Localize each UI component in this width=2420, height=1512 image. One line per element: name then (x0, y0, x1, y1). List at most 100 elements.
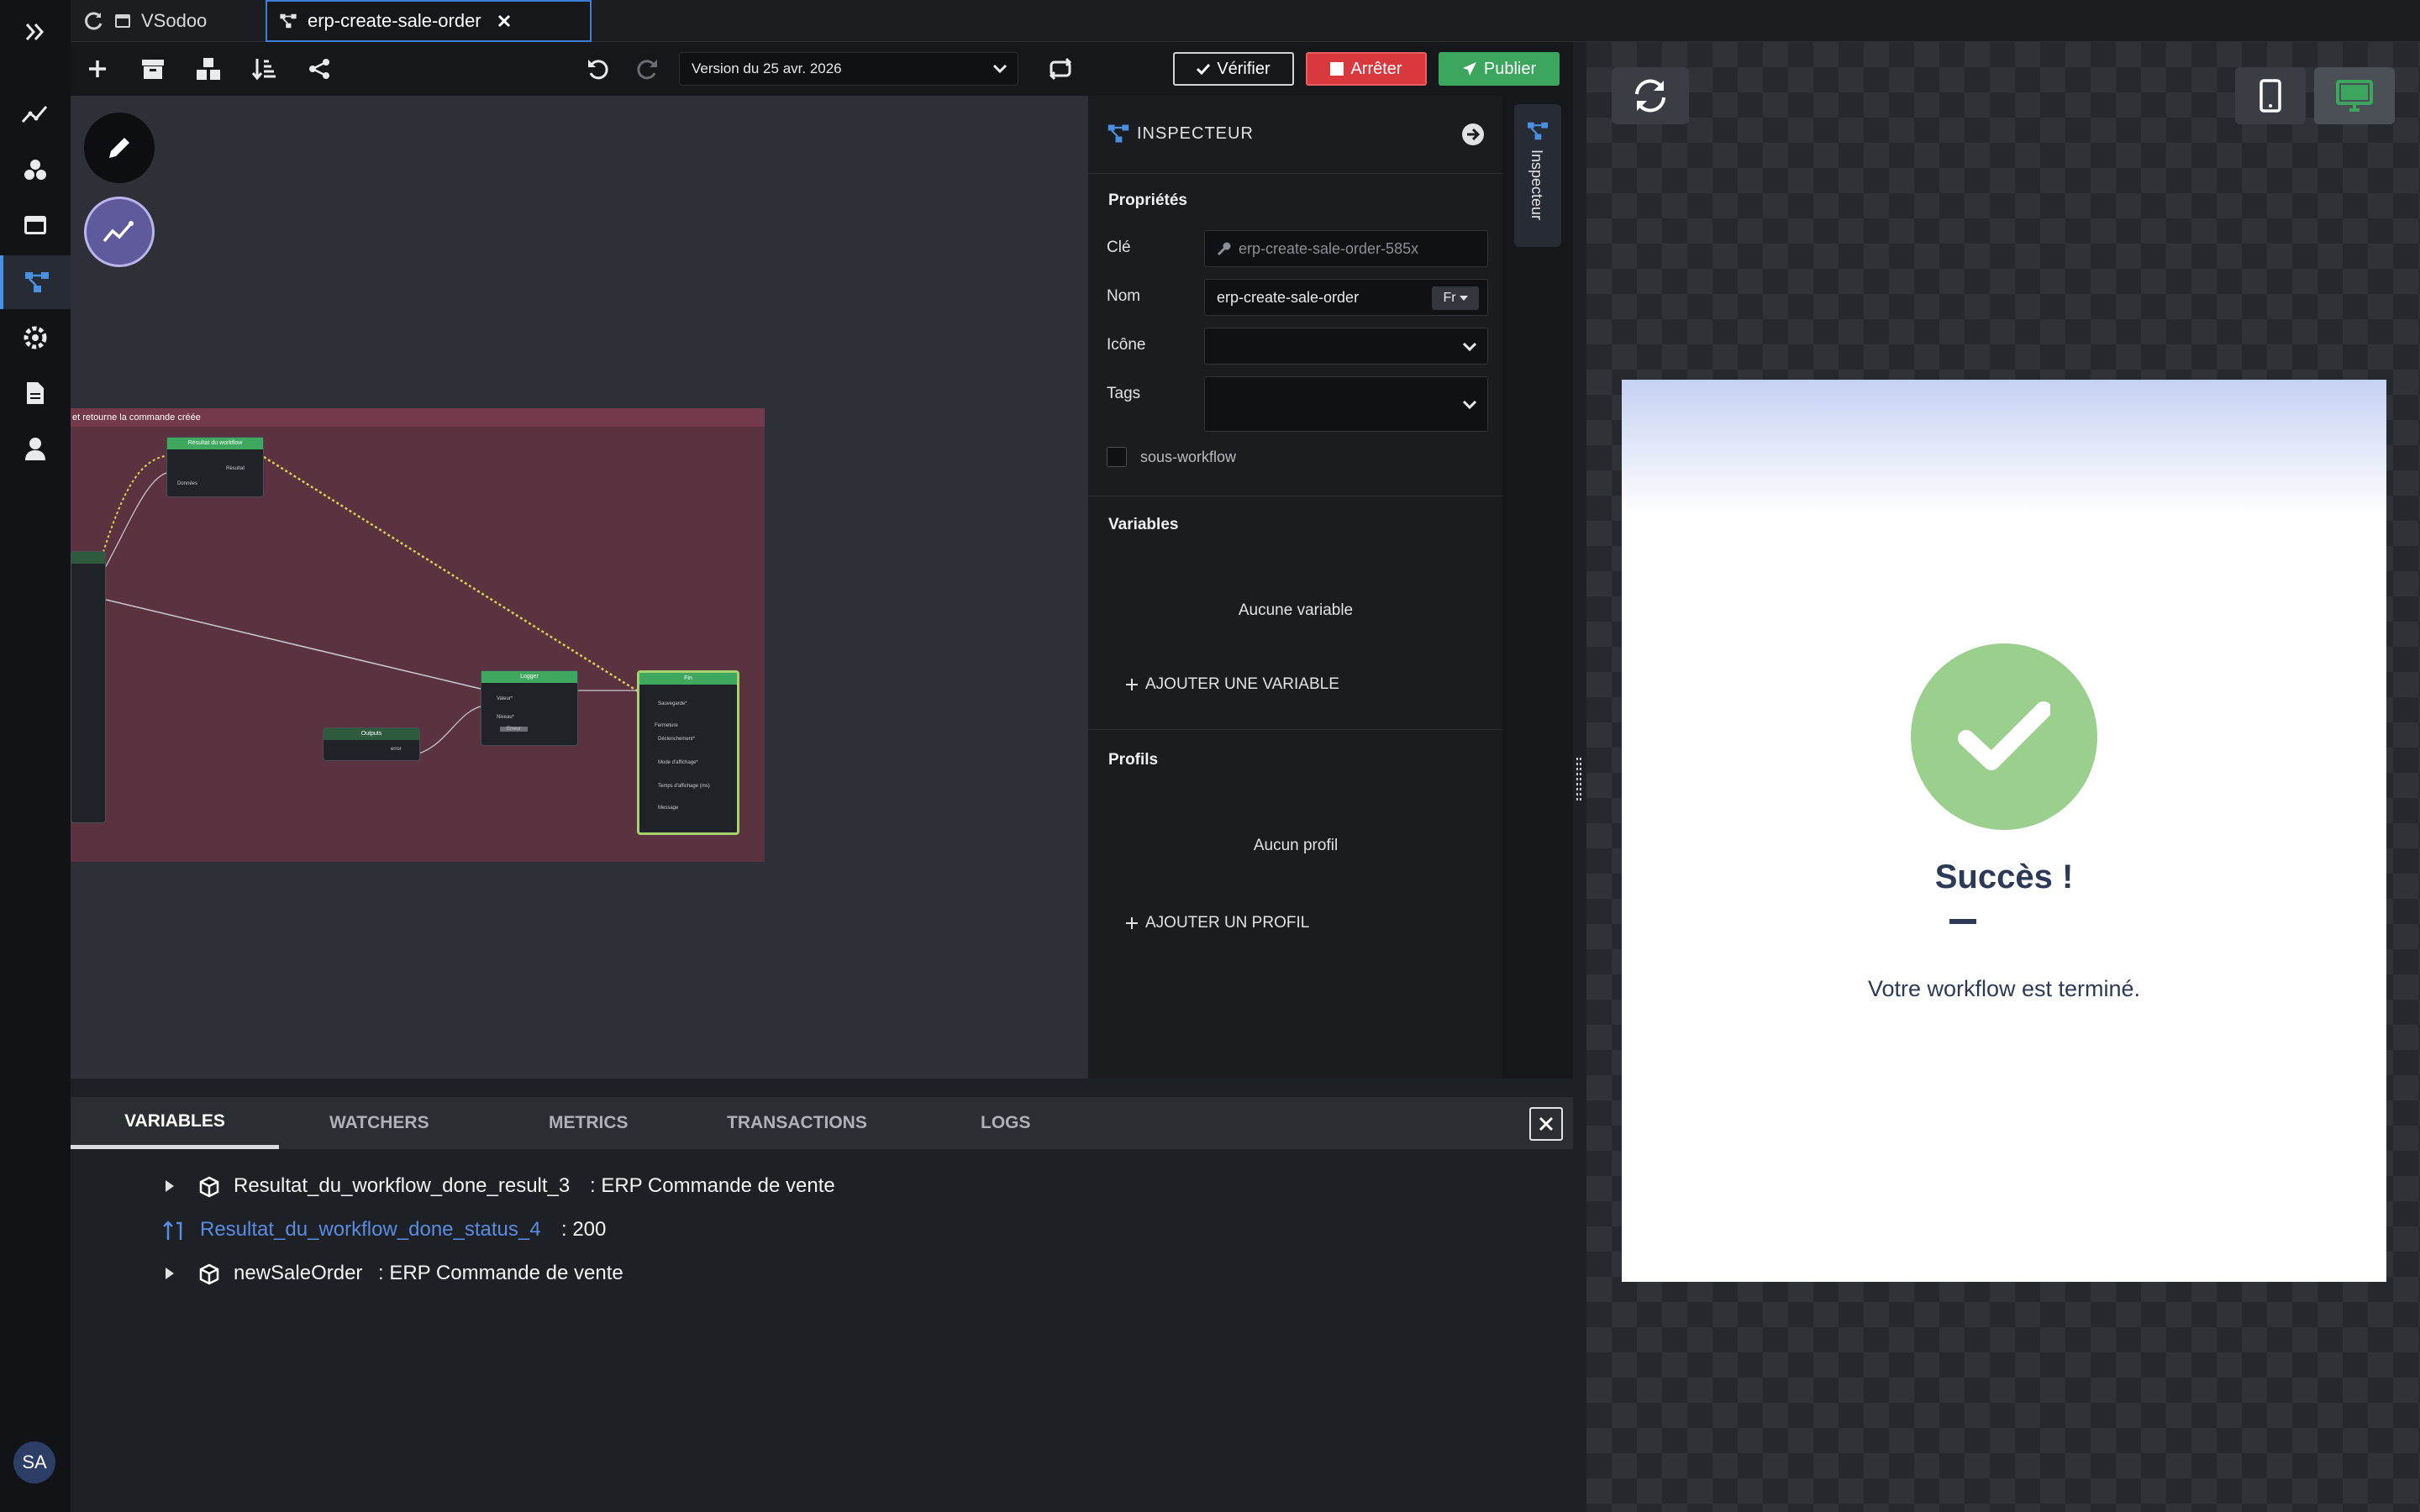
logger-node[interactable]: Logger Valeur* Niveau* Erreur (481, 670, 578, 746)
document-icon[interactable] (0, 366, 71, 420)
divider (1088, 173, 1503, 174)
add-variable-button[interactable]: AJOUTER UNE VARIABLE (1125, 675, 1339, 694)
node-field: Résultat (226, 466, 245, 471)
publish-label: Publier (1483, 59, 1537, 78)
variable-name: newSaleOrder (234, 1262, 363, 1284)
add-variable-label: AJOUTER UNE VARIABLE (1145, 675, 1339, 693)
expand-menu-icon[interactable] (0, 5, 71, 59)
inspector-side-tab[interactable]: Inspecteur (1514, 104, 1561, 247)
user-admin-icon[interactable] (0, 422, 71, 475)
tab-variables[interactable]: VARIABLES (71, 1097, 279, 1149)
analytics-icon[interactable] (0, 87, 71, 141)
variables-title: Variables (1108, 516, 1179, 533)
left-node[interactable] (71, 551, 106, 823)
subworkflow-checkbox[interactable] (1107, 447, 1127, 467)
workflow-icon (280, 13, 297, 29)
arrow-right-circle-icon[interactable] (1461, 123, 1485, 146)
name-field[interactable]: erp-create-sale-order Fr (1204, 279, 1488, 316)
sort-icon[interactable] (247, 52, 281, 86)
reload-preview-button[interactable] (1612, 67, 1689, 124)
stop-button[interactable]: Arrêter (1306, 52, 1427, 86)
add-profile-button[interactable]: AJOUTER UN PROFIL (1125, 914, 1309, 932)
success-message: Votre workflow est terminé. (1867, 976, 2141, 1001)
redo-icon[interactable] (630, 52, 664, 86)
chevron-down-icon (992, 64, 1007, 74)
key-placeholder: erp-create-sale-order-585x (1239, 239, 1419, 257)
success-circle (1911, 643, 2097, 830)
debug-panel: VARIABLES WATCHERS METRICS TRANSACTIONS … (71, 1079, 1573, 1512)
caret-down-icon (1459, 296, 1468, 301)
version-label: Version du 25 avr. 2026 (692, 60, 842, 76)
language-select[interactable]: Fr (1432, 286, 1479, 310)
workflow-canvas[interactable]: et retourne la commande créée Résultat d… (71, 96, 1087, 1079)
variable-name: Resultat_du_workflow_done_status_4 (200, 1218, 541, 1241)
undo-icon[interactable] (581, 52, 615, 86)
desktop-view-button[interactable] (2314, 67, 2395, 124)
icon-select[interactable] (1204, 328, 1488, 365)
tab-watchers[interactable]: WATCHERS (329, 1097, 429, 1149)
preview-card: Succès ! Votre workflow est terminé. (1622, 380, 2386, 1282)
properties-title: Propriétés (1108, 192, 1187, 209)
tags-select[interactable] (1204, 376, 1488, 432)
splitter[interactable] (1573, 42, 1586, 1512)
node-title: Fin (639, 673, 737, 685)
divider (1088, 729, 1503, 730)
node-header (71, 552, 105, 564)
tab-transactions[interactable]: TRANSACTIONS (727, 1097, 867, 1149)
key-label: Clé (1107, 239, 1131, 256)
publish-button[interactable]: Publier (1439, 52, 1560, 86)
arrows-rotate-icon (1635, 79, 1665, 113)
result-node[interactable]: Résultat du workflow Résultat Données (166, 437, 264, 497)
node-field: error (391, 747, 402, 752)
node-field: Erreur (500, 727, 528, 732)
workflow-icon[interactable] (0, 255, 71, 309)
settings-icon[interactable] (0, 311, 71, 365)
sync-icon[interactable] (1044, 52, 1077, 86)
tab-metrics[interactable]: METRICS (549, 1097, 629, 1149)
variable-value: : 200 (561, 1218, 607, 1241)
end-node[interactable]: Fin Sauvegarde* Fermeture Déclenchement*… (637, 670, 739, 835)
version-select[interactable]: Version du 25 avr. 2026 (679, 52, 1018, 86)
chevron-down-icon (1462, 400, 1477, 410)
plus-icon (1126, 679, 1138, 690)
workflow-icon (1107, 124, 1129, 143)
boxes-icon[interactable] (192, 52, 225, 86)
window-icon[interactable] (0, 198, 71, 252)
title-underline (1949, 919, 1976, 924)
node-field: Données (177, 481, 198, 486)
add-icon[interactable] (81, 52, 114, 86)
verify-label: Vérifier (1217, 59, 1270, 78)
tags-label: Tags (1107, 385, 1141, 402)
app-icon (115, 14, 130, 28)
close-debug-button[interactable] (1529, 1107, 1563, 1141)
key-field[interactable]: erp-create-sale-order-585x (1204, 230, 1488, 267)
modules-icon[interactable] (0, 143, 71, 197)
outputs-node[interactable]: Outputs error (323, 727, 420, 761)
checkmark-icon (1958, 701, 2050, 770)
tab-vsodoo[interactable]: VSodoo (71, 0, 260, 42)
debug-mode-button[interactable] (84, 197, 155, 267)
inspector-title: INSPECTEUR (1137, 124, 1254, 143)
debug-tabs: VARIABLES WATCHERS METRICS TRANSACTIONS … (71, 1097, 1573, 1149)
success-title: Succès ! (1934, 858, 2074, 895)
side-tab-label: Inspecteur (1528, 150, 1545, 221)
variable-value: : ERP Commande de vente (378, 1262, 623, 1284)
box-icon[interactable] (136, 52, 170, 86)
paper-plane-icon (1462, 62, 1476, 76)
avatar[interactable]: SA (13, 1441, 55, 1483)
close-icon[interactable] (497, 13, 512, 29)
sort-numeric-icon (163, 1221, 182, 1240)
share-icon[interactable] (302, 52, 336, 86)
left-rail: SA (0, 0, 71, 1512)
cube-icon (199, 1263, 219, 1285)
variable-name: Resultat_du_workflow_done_result_3 (234, 1174, 571, 1197)
edit-mode-button[interactable] (84, 113, 155, 183)
mobile-view-button[interactable] (2235, 67, 2306, 124)
tab-workflow[interactable]: erp-create-sale-order (266, 0, 592, 42)
refresh-icon[interactable] (82, 10, 104, 32)
node-group[interactable]: et retourne la commande créée Résultat d… (71, 408, 765, 862)
caret-right-icon[interactable] (165, 1179, 175, 1193)
tab-logs[interactable]: LOGS (981, 1097, 1031, 1149)
verify-button[interactable]: Vérifier (1173, 52, 1294, 86)
caret-right-icon[interactable] (165, 1267, 175, 1280)
